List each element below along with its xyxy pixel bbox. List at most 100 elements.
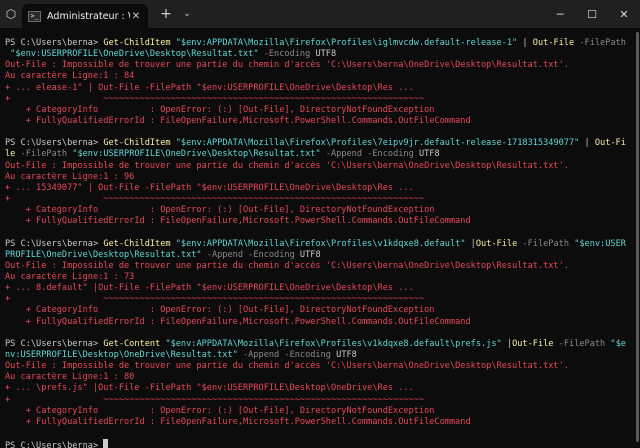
terminal-line: Out-File : Impossible de trouver une par… xyxy=(5,261,635,272)
terminal-text-segment: "$env:USERPROFILE\OneDrive\Desktop\Resul… xyxy=(72,149,321,160)
terminal-text-segment: + CategoryInfo : OpenError: (:) [Out-Fil… xyxy=(5,405,435,416)
terminal-line: PS C:\Users\berna> xyxy=(5,439,635,448)
terminal-text-segment: "$env:APPDATA\Mozilla\Firefox\Profiles\v… xyxy=(175,238,466,249)
terminal-line: Au caractère Ligne:1 : 96 xyxy=(5,172,635,183)
terminal-line: + CategoryInfo : OpenError: (:) [Out-Fil… xyxy=(5,305,635,316)
terminal-text-segment: UTF8 xyxy=(299,249,321,260)
terminal-line: PS C:\Users\berna> Get-ChildItem "$env:A… xyxy=(5,239,635,250)
scrollbar[interactable] xyxy=(634,28,640,448)
terminal-text-segment: "$env:USERPROFILE\OneDrive\Desktop\Resul… xyxy=(5,49,259,60)
terminal-text-segment: PS C:\Users\berna> xyxy=(5,238,104,249)
terminal-text-segment: nv:USERPROFILE\Desktop\OneDrive\Resultat… xyxy=(5,349,238,360)
terminal-text-segment: "$e xyxy=(610,338,626,349)
terminal-line: + ~~~~~~~~~~~~~~~~~~~~~~~~~~~~~~~~~~~~~~… xyxy=(5,194,635,205)
terminal-line xyxy=(5,328,635,339)
terminal-line: + ... 15349077" | Out-File -FilePath "$e… xyxy=(5,183,635,194)
maximize-button[interactable]: ☐ xyxy=(576,0,608,28)
terminal-text-segment: Out-File : Impossible de trouver une par… xyxy=(5,160,569,171)
terminal-text-segment: + FullyQualifiedErrorId : FileOpenFailur… xyxy=(5,115,471,126)
terminal-line: + CategoryInfo : OpenError: (:) [Out-Fil… xyxy=(5,105,635,116)
terminal-line: + ~~~~~~~~~~~~~~~~~~~~~~~~~~~~~~~~~~~~~~… xyxy=(5,395,635,406)
terminal-text-segment: Au caractère Ligne:1 : 80 xyxy=(5,372,135,383)
terminal-text-segment: + ~~~~~~~~~~~~~~~~~~~~~~~~~~~~~~~~~~~~~~… xyxy=(5,394,425,405)
close-tab-icon[interactable]: ✕ xyxy=(130,11,142,22)
terminal-window: ⬡ >_ Administrateur : Windows PowerShell… xyxy=(0,0,640,448)
terminal-text-segment: Au caractère Ligne:1 : 96 xyxy=(5,171,135,182)
powershell-icon: >_ xyxy=(28,10,41,22)
terminal-text-segment: "$env:APPDATA\Mozilla\Firefox\Profiles\7… xyxy=(175,138,580,149)
terminal-line: Out-File : Impossible de trouver une par… xyxy=(5,161,635,172)
terminal-text-segment: UTF8 xyxy=(336,349,357,360)
terminal-text-segment: + ~~~~~~~~~~~~~~~~~~~~~~~~~~~~~~~~~~~~~~… xyxy=(5,193,425,204)
terminal-text-segment: "$env:APPDATA\Mozilla\Firefox\Profiles\i… xyxy=(175,38,518,48)
terminal-text-segment: -Encoding xyxy=(258,49,316,60)
new-tab-button[interactable]: + xyxy=(154,0,178,28)
terminal-line: + FullyQualifiedErrorId : FileOpenFailur… xyxy=(5,417,635,428)
terminal-text-segment: Out-File : Impossible de trouver une par… xyxy=(5,361,569,372)
terminal-line xyxy=(5,428,635,439)
terminal-text-segment: UTF8 xyxy=(315,49,337,60)
terminal-text-segment: Out-File xyxy=(475,238,523,249)
terminal-text-segment: + FullyQualifiedErrorId : FileOpenFailur… xyxy=(5,216,471,227)
terminal-text-segment: + CategoryInfo : OpenError: (:) [Out-Fil… xyxy=(5,104,435,115)
terminal-text-segment: + FullyQualifiedErrorId : FileOpenFailur… xyxy=(5,316,471,327)
terminal-text-segment: + FullyQualifiedErrorId : FileOpenFailur… xyxy=(5,416,471,427)
terminal-text-segment: UTF8 xyxy=(418,149,440,160)
terminal-output[interactable]: PS C:\Users\berna> Get-ChildItem "$env:A… xyxy=(0,28,640,448)
terminal-line: + CategoryInfo : OpenError: (:) [Out-Fil… xyxy=(5,205,635,216)
terminal-text-segment: -FilePath xyxy=(20,149,73,160)
window-close-button[interactable]: ✕ xyxy=(608,0,640,28)
shield-icon[interactable]: ⬡ xyxy=(0,0,22,28)
terminal-line: Au caractère Ligne:1 : 84 xyxy=(5,71,635,82)
terminal-text-segment: PS C:\Users\berna> xyxy=(5,138,104,149)
terminal-text-segment: | xyxy=(517,38,533,48)
terminal-text-segment: + ~~~~~~~~~~~~~~~~~~~~~~~~~~~~~~~~~~~~~~… xyxy=(5,294,425,305)
terminal-line: + ... elease-1" | Out-File -FilePath "$e… xyxy=(5,83,635,94)
terminal-text-segment: PS C:\Users\berna> xyxy=(5,38,104,48)
terminal-line: PS C:\Users\berna> Get-ChildItem "$env:A… xyxy=(5,138,635,149)
terminal-lines: PS C:\Users\berna> Get-ChildItem "$env:A… xyxy=(5,38,635,448)
terminal-line: + ... \prefs.js" |Out-File -FilePath "$e… xyxy=(5,383,635,394)
terminal-text-segment: PS C:\Users\berna> xyxy=(5,441,104,448)
terminal-line: + FullyQualifiedErrorId : FileOpenFailur… xyxy=(5,216,635,227)
terminal-line: Au caractère Ligne:1 : 73 xyxy=(5,272,635,283)
terminal-line: PROFILE\OneDrive\Desktop\Resultat.txt" -… xyxy=(5,250,635,261)
terminal-text-segment: Out-Fi xyxy=(594,138,626,149)
terminal-line: + ... 8.default" |Out-File -FilePath "$e… xyxy=(5,283,635,294)
terminal-text-segment: + ... \prefs.js" |Out-File -FilePath "$e… xyxy=(5,383,414,394)
terminal-line: Out-File : Impossible de trouver une par… xyxy=(5,60,635,71)
terminal-text-segment: Get-ChildItem xyxy=(103,138,176,149)
terminal-line: + ~~~~~~~~~~~~~~~~~~~~~~~~~~~~~~~~~~~~~~… xyxy=(5,294,635,305)
terminal-text-segment: + ... elease-1" | Out-File -FilePath "$e… xyxy=(5,82,414,93)
terminal-text-segment: Get-ChildItem xyxy=(103,238,176,249)
terminal-line: PS C:\Users\berna> Get-Content "$env:APP… xyxy=(5,339,635,350)
terminal-text-segment: | xyxy=(501,338,513,349)
text-cursor xyxy=(103,439,109,448)
terminal-text-segment: -Append -Encoding xyxy=(237,349,337,360)
terminal-text-segment: -FilePath xyxy=(522,238,575,249)
terminal-line: le -FilePath "$env:USERPROFILE\OneDrive\… xyxy=(5,149,635,160)
terminal-text-segment: Au caractère Ligne:1 : 84 xyxy=(5,71,135,82)
tab-powershell[interactable]: >_ Administrateur : Windows PowerShell ✕ xyxy=(22,4,148,28)
terminal-text-segment: PS C:\Users\berna> xyxy=(5,338,104,349)
terminal-text-segment: | xyxy=(579,138,595,149)
terminal-line: "$env:USERPROFILE\OneDrive\Desktop\Resul… xyxy=(5,49,635,60)
terminal-text-segment: + CategoryInfo : OpenError: (:) [Out-Fil… xyxy=(5,305,435,316)
scrollbar-thumb[interactable] xyxy=(636,32,639,442)
terminal-text-segment: Get-ChildItem xyxy=(103,38,176,48)
terminal-text-segment: Out-File xyxy=(512,338,559,349)
terminal-text-segment: + CategoryInfo : OpenError: (:) [Out-Fil… xyxy=(5,205,435,216)
terminal-line: nv:USERPROFILE\Desktop\OneDrive\Resultat… xyxy=(5,350,635,361)
minimize-button[interactable]: ─ xyxy=(544,0,576,28)
chevron-down-icon[interactable]: ⌄ xyxy=(178,0,196,28)
title-bar[interactable]: ⬡ >_ Administrateur : Windows PowerShell… xyxy=(0,0,640,28)
terminal-text-segment: "$env:USER xyxy=(574,238,626,249)
terminal-text-segment: "$env:APPDATA\Mozilla\Firefox\Profiles\v… xyxy=(165,338,502,349)
terminal-line: PS C:\Users\berna> Get-ChildItem "$env:A… xyxy=(5,38,635,49)
terminal-text-segment: + ... 8.default" |Out-File -FilePath "$e… xyxy=(5,283,414,294)
terminal-text-segment: Out-File : Impossible de trouver une par… xyxy=(5,260,569,271)
terminal-text-segment: Out-File : Impossible de trouver une par… xyxy=(5,60,569,71)
terminal-text-segment: + ~~~~~~~~~~~~~~~~~~~~~~~~~~~~~~~~~~~~~~… xyxy=(5,93,425,104)
